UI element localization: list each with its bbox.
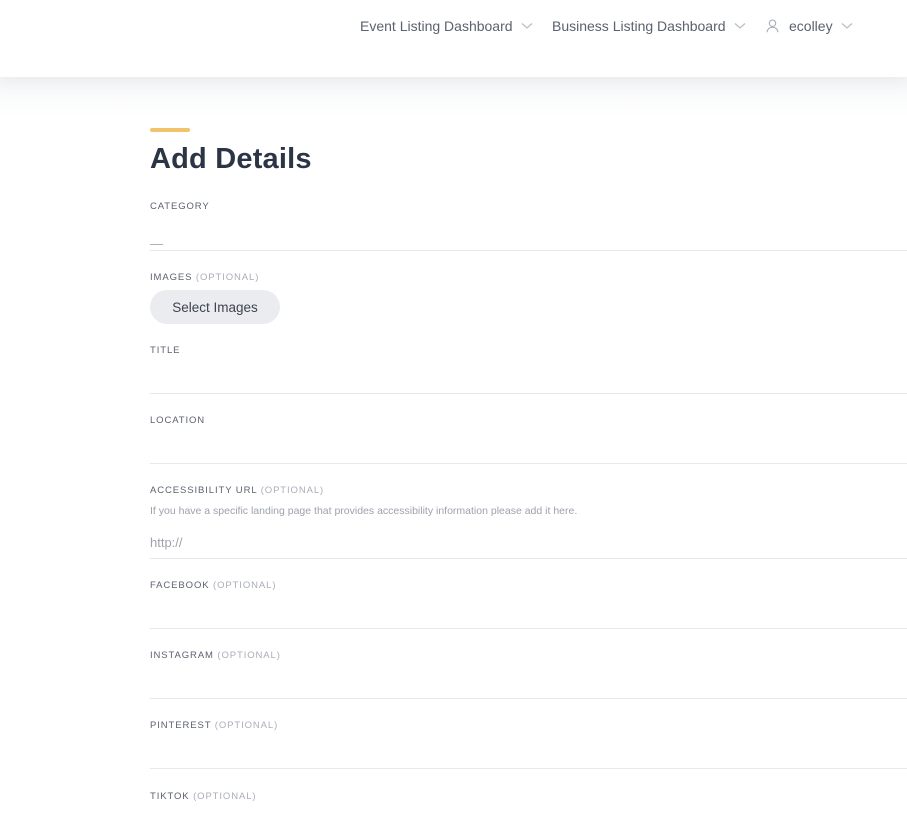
location-field[interactable]: [150, 432, 907, 464]
facebook-field[interactable]: [150, 597, 907, 629]
accessibility-url-input[interactable]: [150, 527, 907, 558]
accessibility-url-label: Accessibility URL (Optional): [150, 485, 325, 496]
facebook-label: Facebook (Optional): [150, 580, 277, 591]
nav-business-listing-dashboard[interactable]: Business Listing Dashboard: [552, 0, 746, 52]
nav-event-listing-label: Event Listing Dashboard: [360, 18, 513, 34]
select-images-button[interactable]: Select Images: [150, 290, 280, 324]
tiktok-field[interactable]: [150, 808, 907, 833]
header-shadow-band: [0, 77, 907, 117]
category-select[interactable]: —: [150, 216, 907, 251]
accessibility-url-field[interactable]: [150, 527, 907, 559]
category-label: Category: [150, 201, 210, 212]
tiktok-input[interactable]: [150, 808, 907, 833]
nav-event-listing-dashboard[interactable]: Event Listing Dashboard: [360, 0, 533, 52]
instagram-label: Instagram (Optional): [150, 650, 281, 661]
tiktok-label: TikTok (Optional): [150, 791, 257, 802]
nav-user-menu[interactable]: ecolley: [766, 0, 853, 52]
pinterest-field[interactable]: [150, 737, 907, 769]
images-label: Images (Optional): [150, 272, 260, 283]
top-navigation-bar: Event Listing Dashboard Business Listing…: [0, 0, 907, 77]
user-icon: [766, 19, 779, 33]
accessibility-url-help: If you have a specific landing page that…: [150, 505, 578, 517]
nav-username: ecolley: [789, 18, 833, 34]
title-field[interactable]: [150, 362, 907, 394]
pinterest-label: Pinterest (Optional): [150, 720, 279, 731]
title-accent-bar: [150, 128, 190, 132]
location-input[interactable]: [150, 432, 907, 463]
chevron-down-icon: [521, 23, 532, 29]
pinterest-input[interactable]: [150, 737, 907, 768]
title-label: Title: [150, 345, 181, 356]
instagram-input[interactable]: [150, 667, 907, 698]
instagram-field[interactable]: [150, 667, 907, 699]
title-input[interactable]: [150, 362, 907, 393]
page-title: Add Details: [150, 143, 312, 175]
nav-business-listing-label: Business Listing Dashboard: [552, 18, 726, 34]
chevron-down-icon: [734, 23, 745, 29]
chevron-down-icon: [841, 23, 852, 29]
location-label: Location: [150, 415, 206, 426]
facebook-input[interactable]: [150, 597, 907, 628]
category-value: —: [150, 236, 163, 251]
